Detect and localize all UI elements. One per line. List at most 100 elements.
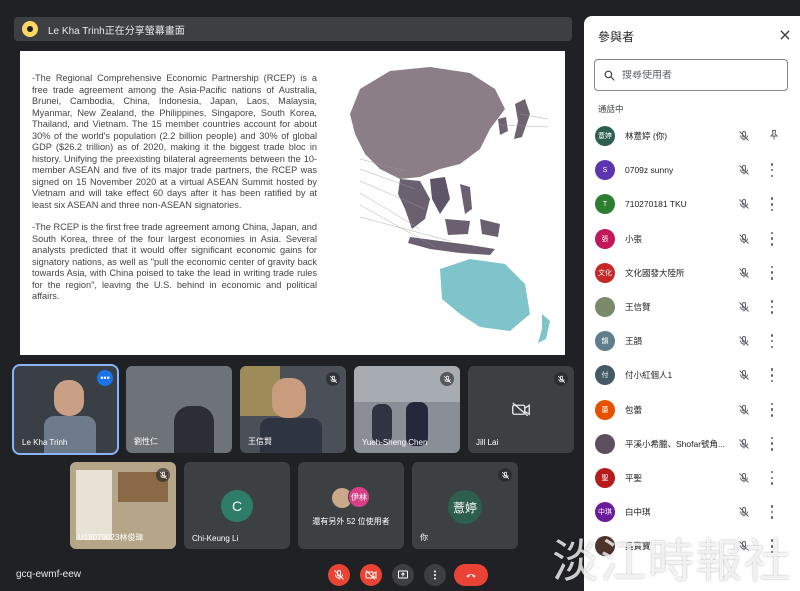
more-vert-icon[interactable] — [769, 402, 775, 417]
more-vert-icon[interactable] — [769, 334, 775, 349]
participant-name: 0709z sunny — [625, 165, 674, 176]
mic-off-icon — [739, 507, 749, 517]
video-tile-lin-junwei[interactable]: U18079023林俊瑋 — [70, 462, 176, 549]
more-vert-icon[interactable] — [769, 197, 775, 212]
search-icon — [604, 70, 615, 81]
more-vert-icon[interactable] — [769, 470, 775, 485]
participant-avatar: 付 — [595, 365, 615, 386]
tile-name: 劉性仁 — [134, 437, 158, 446]
leave-call-button[interactable] — [454, 564, 488, 586]
participant-avatar: T — [595, 194, 615, 215]
shared-slide: -The Regional Comprehensive Economic Par… — [20, 51, 565, 355]
camera-off-icon — [365, 570, 377, 580]
participant-list: 薏婷 林薏婷 (你) S 0709z sunny T 710270181 TKU 張小張 文化… — [584, 119, 800, 563]
meet-window: Le Kha Trinh正在分享螢幕畫面 -The Regional Compr… — [0, 0, 800, 591]
more-vert-icon[interactable] — [769, 368, 775, 383]
mic-toggle-button[interactable] — [328, 564, 350, 586]
more-vert-icon[interactable] — [769, 265, 775, 280]
participant-row[interactable]: 聖平聖 — [584, 461, 800, 495]
present-screen-button[interactable] — [392, 564, 414, 586]
video-tile-yueh-sheng-chen[interactable]: Yueh-Sheng Chen — [354, 366, 460, 453]
participant-row[interactable]: 韻王韻 — [584, 324, 800, 358]
muted-icon — [554, 372, 568, 386]
video-tile-more-participants[interactable]: 伊林 還有另外 52 位使用者 — [298, 462, 404, 549]
more-vert-icon[interactable] — [769, 163, 775, 178]
present-icon — [398, 570, 408, 579]
tile-name: U18079023林俊瑋 — [78, 533, 144, 542]
video-tile-wang-xinxian[interactable]: 王信賢 — [240, 366, 346, 453]
mic-off-icon — [739, 404, 749, 415]
slide-paragraph-1: -The Regional Comprehensive Economic Par… — [32, 73, 317, 210]
mic-off-icon — [739, 233, 749, 244]
meeting-code: gcq-ewmf-eew — [16, 569, 82, 580]
participant-row[interactable]: 薏婷 林薏婷 (你) — [584, 119, 800, 153]
mic-off-icon — [334, 569, 344, 580]
search-box[interactable] — [594, 59, 788, 91]
section-label: 通話中 — [598, 104, 624, 114]
participant-avatar — [595, 536, 615, 557]
participant-row[interactable]: 蕾包蕾 — [584, 393, 800, 427]
mic-off-icon — [739, 541, 749, 552]
participant-name: 小張 — [625, 233, 643, 244]
avatar: 伊林 — [348, 486, 370, 508]
search-input[interactable] — [622, 69, 772, 81]
participant-face — [272, 378, 306, 418]
video-tile-liu-xingren[interactable]: 劉性仁 — [126, 366, 232, 453]
pin-icon[interactable] — [768, 129, 780, 141]
video-tile-jill-lai[interactable]: Jill Lai — [468, 366, 574, 453]
participant-avatar: 文化 — [595, 262, 615, 283]
camera-off-icon — [512, 402, 530, 416]
avatar: 薏婷 — [448, 490, 482, 524]
participant-avatar: 中琪 — [595, 502, 615, 523]
video-tile-le-kha-trinh[interactable]: ••• Le Kha Trinh — [12, 364, 119, 455]
more-vert-icon[interactable] — [769, 299, 775, 314]
participant-row[interactable]: 張小張 — [584, 222, 800, 256]
video-tile-chi-keung-li[interactable]: C Chi-Keung Li — [184, 462, 290, 549]
participant-name: 林薏婷 (你) — [625, 131, 668, 142]
participant-name: 710270181 TKU — [625, 199, 687, 210]
more-vert-icon[interactable] — [769, 539, 775, 554]
participant-row[interactable]: S 0709z sunny — [584, 153, 800, 187]
muted-icon — [498, 468, 512, 482]
participant-row[interactable]: 付付小紅個人1 — [584, 358, 800, 392]
presenting-text: Le Kha Trinh正在分享螢幕畫面 — [48, 25, 185, 37]
tile-name: Chi-Keung Li — [192, 534, 239, 543]
close-icon[interactable] — [778, 28, 792, 42]
slide-paragraph-2: -The RCEP is the first free trade agreem… — [32, 222, 317, 301]
participant-row[interactable]: 王信賢 — [584, 290, 800, 324]
muted-icon — [326, 372, 340, 386]
hang-up-icon — [466, 574, 476, 578]
participant-name: 文化國發大陸所 — [625, 267, 685, 278]
more-vert-icon[interactable] — [769, 231, 775, 246]
participant-row[interactable]: 吳寶寶 — [584, 529, 800, 563]
mic-off-icon — [739, 165, 749, 176]
participant-face — [54, 380, 84, 416]
rcep-map-image — [350, 67, 550, 343]
more-vert-icon[interactable] — [769, 436, 775, 451]
tile-name: 還有另外 52 位使用者 — [312, 517, 390, 526]
muted-icon — [440, 372, 454, 386]
mic-off-icon — [739, 199, 749, 210]
participant-row[interactable]: 文化 文化國發大陸所 — [584, 256, 800, 290]
mic-off-icon — [739, 472, 749, 483]
more-options-button[interactable] — [424, 564, 446, 586]
participant-row[interactable]: T 710270181 TKU — [584, 187, 800, 221]
participant-row[interactable]: 平溪小希臘、Shofar號角... — [584, 427, 800, 461]
participant-avatar: 薏婷 — [595, 126, 615, 147]
participant-name: 王信賢 — [625, 302, 651, 313]
participant-row[interactable]: 中琪 白中琪 — [584, 495, 800, 529]
participant-name: 平聖 — [625, 472, 643, 483]
participant-avatar: 聖 — [595, 467, 615, 488]
mic-off-icon — [739, 301, 749, 312]
more-vert-icon — [434, 570, 436, 580]
more-vert-icon[interactable] — [769, 505, 775, 520]
participant-name: 付小紅個人1 — [625, 370, 673, 381]
camera-toggle-button[interactable] — [360, 564, 382, 586]
participant-name: 吳寶寶 — [625, 541, 651, 552]
video-tile-self[interactable]: 薏婷 你 — [412, 462, 518, 549]
tile-name: 你 — [420, 533, 428, 542]
participant-avatar — [595, 433, 615, 454]
mic-off-icon — [739, 267, 749, 278]
participant-avatar — [595, 297, 615, 318]
more-options-icon[interactable]: ••• — [97, 370, 113, 386]
